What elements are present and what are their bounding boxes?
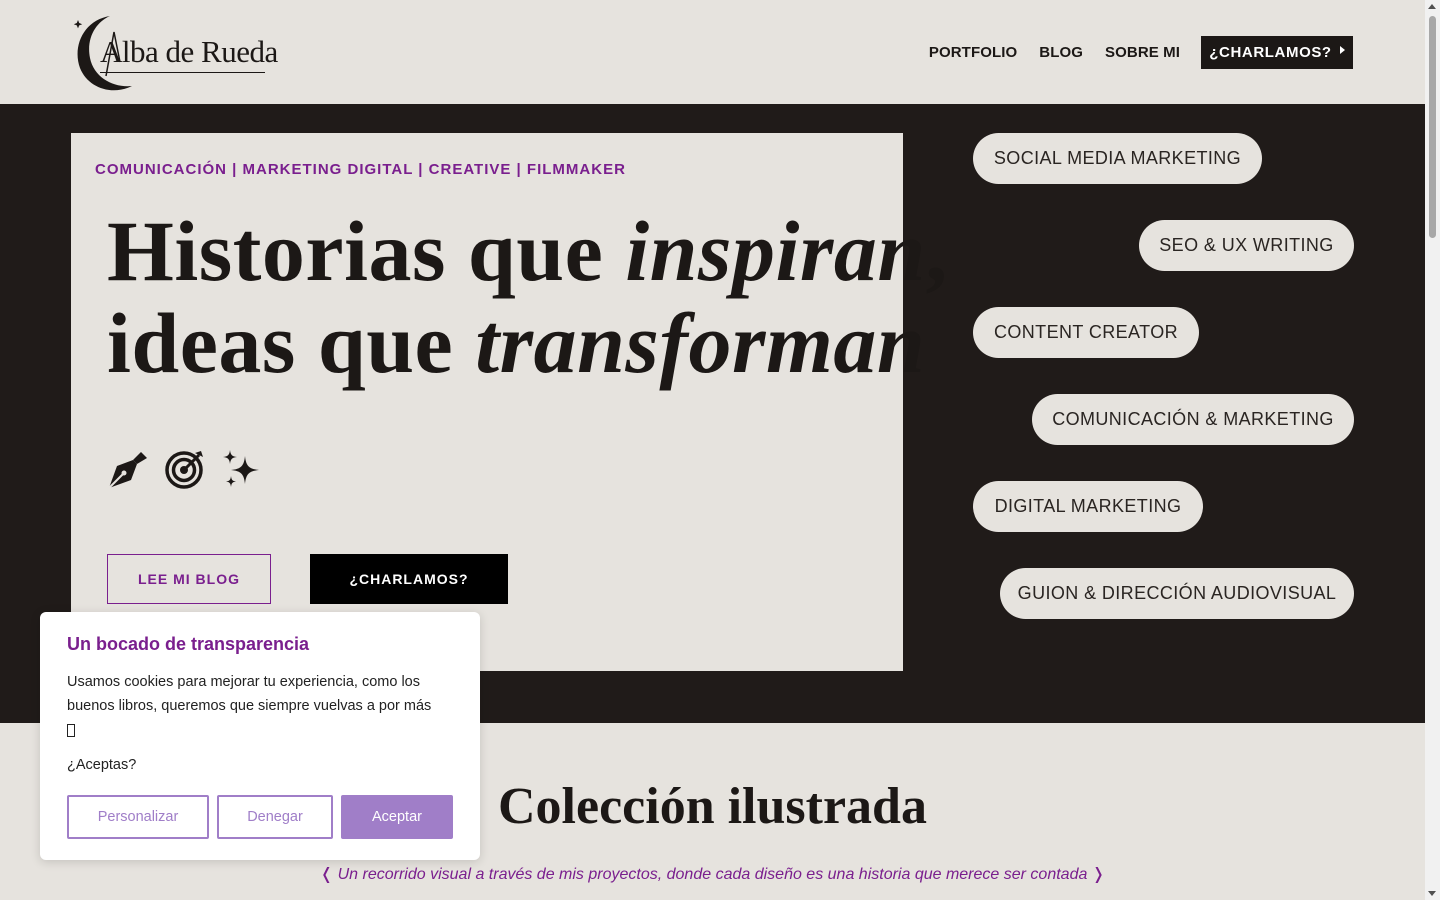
pill-social-media: SOCIAL MEDIA MARKETING [973, 133, 1262, 184]
cookie-question: ¿Aceptas? [67, 757, 137, 773]
cookie-text: Usamos cookies para mejorar tu experienc… [67, 670, 457, 742]
site-logo[interactable]: Alba de Rueda [70, 12, 278, 94]
pill-digital-marketing: DIGITAL MARKETING [973, 481, 1203, 532]
nav-sobre-mi[interactable]: SOBRE MI [1105, 44, 1180, 61]
scroll-up-icon[interactable] [1428, 4, 1436, 9]
caret-right-icon [1339, 45, 1345, 54]
pill-comunicacion: COMUNICACIÓN & MARKETING [1032, 394, 1354, 445]
pill-content-creator: CONTENT CREATOR [973, 307, 1199, 358]
cookie-banner: Un bocado de transparencia Usamos cookie… [40, 612, 480, 860]
cookie-customize-button[interactable]: Personalizar [67, 795, 209, 839]
logo-underline [100, 72, 265, 73]
scroll-down-icon[interactable] [1428, 891, 1436, 896]
nav-charlamos-label: ¿CHARLAMOS? [1209, 44, 1332, 61]
nav-blog[interactable]: BLOG [1039, 44, 1083, 61]
nav-charlamos-button[interactable]: ¿CHARLAMOS? [1201, 36, 1353, 69]
pill-seo-ux: SEO & UX WRITING [1139, 220, 1354, 271]
collection-subtitle: ❬ Un recorrido visual a través de mis pr… [319, 866, 1106, 883]
logo-text: Alba de Rueda [100, 34, 278, 69]
cookie-emoji-icon [67, 723, 75, 737]
scroll-thumb[interactable] [1429, 16, 1436, 238]
cookie-deny-button[interactable]: Denegar [217, 795, 333, 839]
cookie-message: Usamos cookies para mejorar tu experienc… [67, 674, 432, 714]
cookie-title: Un bocado de transparencia [67, 634, 310, 654]
pill-guion: GUION & DIRECCIÓN AUDIOVISUAL [1000, 568, 1354, 619]
cookie-accept-button[interactable]: Aceptar [341, 795, 453, 839]
page-scrollbar[interactable] [1425, 0, 1440, 900]
site-header: Alba de Rueda PORTFOLIO BLOG SOBRE MI ¿C… [0, 0, 1425, 104]
main-nav: PORTFOLIO BLOG SOBRE MI ¿CHARLAMOS? [907, 36, 1353, 69]
nav-portfolio[interactable]: PORTFOLIO [929, 44, 1017, 61]
